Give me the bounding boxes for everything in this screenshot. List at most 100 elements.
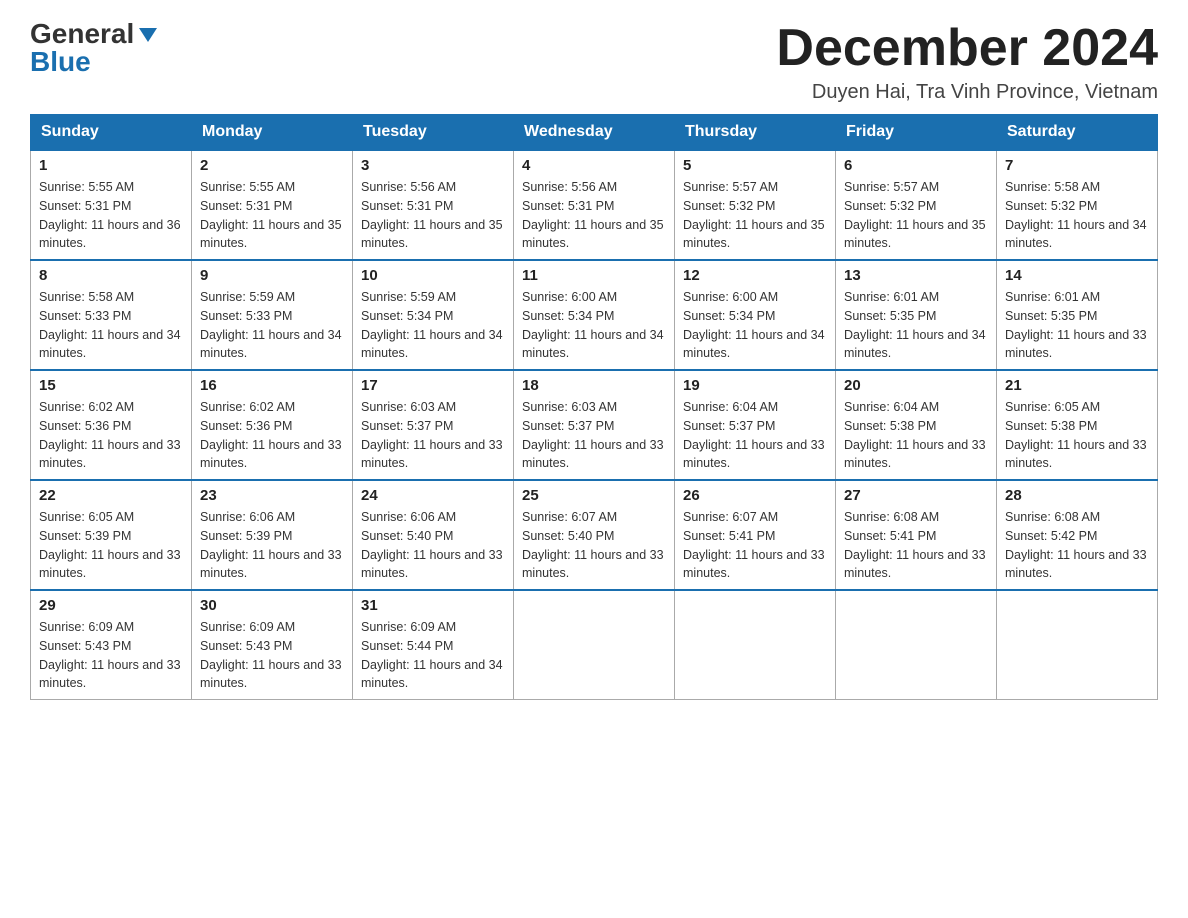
daylight-label: Daylight: 11 hours and 33 minutes. xyxy=(200,548,342,581)
sunset-label: Sunset: 5:33 PM xyxy=(200,309,292,323)
daylight-label: Daylight: 11 hours and 33 minutes. xyxy=(1005,438,1147,471)
day-info: Sunrise: 6:05 AM Sunset: 5:38 PM Dayligh… xyxy=(1005,398,1149,473)
calendar-day-cell: 7 Sunrise: 5:58 AM Sunset: 5:32 PM Dayli… xyxy=(997,150,1158,260)
calendar-day-cell xyxy=(675,590,836,700)
calendar-week-row: 29 Sunrise: 6:09 AM Sunset: 5:43 PM Dayl… xyxy=(31,590,1158,700)
sunset-label: Sunset: 5:32 PM xyxy=(683,199,775,213)
day-info: Sunrise: 6:05 AM Sunset: 5:39 PM Dayligh… xyxy=(39,508,183,583)
sunset-label: Sunset: 5:36 PM xyxy=(200,419,292,433)
day-number: 23 xyxy=(200,487,344,504)
calendar-day-cell xyxy=(836,590,997,700)
sunrise-label: Sunrise: 6:03 AM xyxy=(361,400,456,414)
day-info: Sunrise: 5:56 AM Sunset: 5:31 PM Dayligh… xyxy=(361,178,505,253)
sunset-label: Sunset: 5:31 PM xyxy=(200,199,292,213)
sunrise-label: Sunrise: 6:09 AM xyxy=(361,620,456,634)
daylight-label: Daylight: 11 hours and 33 minutes. xyxy=(844,438,986,471)
calendar-day-cell: 10 Sunrise: 5:59 AM Sunset: 5:34 PM Dayl… xyxy=(353,260,514,370)
day-number: 31 xyxy=(361,597,505,614)
day-number: 8 xyxy=(39,267,183,284)
day-info: Sunrise: 6:01 AM Sunset: 5:35 PM Dayligh… xyxy=(1005,288,1149,363)
sunrise-label: Sunrise: 6:08 AM xyxy=(1005,510,1100,524)
sunrise-label: Sunrise: 6:06 AM xyxy=(200,510,295,524)
sunrise-label: Sunrise: 6:01 AM xyxy=(1005,290,1100,304)
sunrise-label: Sunrise: 6:02 AM xyxy=(39,400,134,414)
day-info: Sunrise: 5:58 AM Sunset: 5:33 PM Dayligh… xyxy=(39,288,183,363)
sunrise-label: Sunrise: 5:57 AM xyxy=(844,180,939,194)
day-number: 27 xyxy=(844,487,988,504)
logo-triangle-icon xyxy=(137,24,159,46)
day-number: 14 xyxy=(1005,267,1149,284)
day-number: 22 xyxy=(39,487,183,504)
daylight-label: Daylight: 11 hours and 34 minutes. xyxy=(1005,218,1147,251)
sunset-label: Sunset: 5:37 PM xyxy=(361,419,453,433)
sunrise-label: Sunrise: 5:56 AM xyxy=(361,180,456,194)
day-info: Sunrise: 6:09 AM Sunset: 5:43 PM Dayligh… xyxy=(39,618,183,693)
day-info: Sunrise: 6:07 AM Sunset: 5:40 PM Dayligh… xyxy=(522,508,666,583)
daylight-label: Daylight: 11 hours and 34 minutes. xyxy=(683,328,825,361)
day-info: Sunrise: 6:04 AM Sunset: 5:38 PM Dayligh… xyxy=(844,398,988,473)
daylight-label: Daylight: 11 hours and 36 minutes. xyxy=(39,218,181,251)
sunrise-label: Sunrise: 5:59 AM xyxy=(361,290,456,304)
calendar-day-cell: 12 Sunrise: 6:00 AM Sunset: 5:34 PM Dayl… xyxy=(675,260,836,370)
daylight-label: Daylight: 11 hours and 33 minutes. xyxy=(200,658,342,691)
day-number: 20 xyxy=(844,377,988,394)
sunrise-label: Sunrise: 5:58 AM xyxy=(1005,180,1100,194)
calendar-day-cell: 18 Sunrise: 6:03 AM Sunset: 5:37 PM Dayl… xyxy=(514,370,675,480)
day-number: 15 xyxy=(39,377,183,394)
day-number: 10 xyxy=(361,267,505,284)
sunset-label: Sunset: 5:31 PM xyxy=(361,199,453,213)
calendar-day-cell: 8 Sunrise: 5:58 AM Sunset: 5:33 PM Dayli… xyxy=(31,260,192,370)
weekday-header-sunday: Sunday xyxy=(31,115,192,151)
calendar-week-row: 22 Sunrise: 6:05 AM Sunset: 5:39 PM Dayl… xyxy=(31,480,1158,590)
sunrise-label: Sunrise: 6:04 AM xyxy=(683,400,778,414)
sunrise-label: Sunrise: 5:59 AM xyxy=(200,290,295,304)
day-info: Sunrise: 5:55 AM Sunset: 5:31 PM Dayligh… xyxy=(39,178,183,253)
weekday-header-friday: Friday xyxy=(836,115,997,151)
day-info: Sunrise: 5:56 AM Sunset: 5:31 PM Dayligh… xyxy=(522,178,666,253)
sunset-label: Sunset: 5:31 PM xyxy=(39,199,131,213)
day-number: 17 xyxy=(361,377,505,394)
day-info: Sunrise: 5:59 AM Sunset: 5:34 PM Dayligh… xyxy=(361,288,505,363)
sunset-label: Sunset: 5:43 PM xyxy=(39,639,131,653)
sunrise-label: Sunrise: 5:56 AM xyxy=(522,180,617,194)
day-info: Sunrise: 6:00 AM Sunset: 5:34 PM Dayligh… xyxy=(522,288,666,363)
weekday-header-saturday: Saturday xyxy=(997,115,1158,151)
sunset-label: Sunset: 5:39 PM xyxy=(200,529,292,543)
calendar-week-row: 15 Sunrise: 6:02 AM Sunset: 5:36 PM Dayl… xyxy=(31,370,1158,480)
sunrise-label: Sunrise: 6:06 AM xyxy=(361,510,456,524)
daylight-label: Daylight: 11 hours and 35 minutes. xyxy=(200,218,342,251)
calendar-header-row: SundayMondayTuesdayWednesdayThursdayFrid… xyxy=(31,115,1158,151)
day-number: 30 xyxy=(200,597,344,614)
day-number: 4 xyxy=(522,157,666,174)
month-title: December 2024 xyxy=(776,20,1158,77)
weekday-header-monday: Monday xyxy=(192,115,353,151)
daylight-label: Daylight: 11 hours and 33 minutes. xyxy=(683,548,825,581)
sunset-label: Sunset: 5:34 PM xyxy=(522,309,614,323)
calendar-day-cell: 16 Sunrise: 6:02 AM Sunset: 5:36 PM Dayl… xyxy=(192,370,353,480)
sunrise-label: Sunrise: 6:02 AM xyxy=(200,400,295,414)
day-number: 13 xyxy=(844,267,988,284)
sunset-label: Sunset: 5:32 PM xyxy=(844,199,936,213)
page-header: General Blue December 2024 Duyen Hai, Tr… xyxy=(30,20,1158,104)
day-info: Sunrise: 6:09 AM Sunset: 5:44 PM Dayligh… xyxy=(361,618,505,693)
sunset-label: Sunset: 5:32 PM xyxy=(1005,199,1097,213)
title-section: December 2024 Duyen Hai, Tra Vinh Provin… xyxy=(776,20,1158,104)
day-info: Sunrise: 6:01 AM Sunset: 5:35 PM Dayligh… xyxy=(844,288,988,363)
day-info: Sunrise: 5:55 AM Sunset: 5:31 PM Dayligh… xyxy=(200,178,344,253)
weekday-header-thursday: Thursday xyxy=(675,115,836,151)
daylight-label: Daylight: 11 hours and 34 minutes. xyxy=(361,658,503,691)
sunset-label: Sunset: 5:34 PM xyxy=(361,309,453,323)
calendar-day-cell: 9 Sunrise: 5:59 AM Sunset: 5:33 PM Dayli… xyxy=(192,260,353,370)
calendar-day-cell: 22 Sunrise: 6:05 AM Sunset: 5:39 PM Dayl… xyxy=(31,480,192,590)
calendar-day-cell: 4 Sunrise: 5:56 AM Sunset: 5:31 PM Dayli… xyxy=(514,150,675,260)
day-number: 29 xyxy=(39,597,183,614)
day-info: Sunrise: 6:06 AM Sunset: 5:40 PM Dayligh… xyxy=(361,508,505,583)
daylight-label: Daylight: 11 hours and 33 minutes. xyxy=(200,438,342,471)
sunset-label: Sunset: 5:36 PM xyxy=(39,419,131,433)
day-number: 26 xyxy=(683,487,827,504)
calendar-day-cell: 25 Sunrise: 6:07 AM Sunset: 5:40 PM Dayl… xyxy=(514,480,675,590)
calendar-day-cell: 26 Sunrise: 6:07 AM Sunset: 5:41 PM Dayl… xyxy=(675,480,836,590)
sunset-label: Sunset: 5:37 PM xyxy=(522,419,614,433)
sunrise-label: Sunrise: 5:55 AM xyxy=(200,180,295,194)
sunset-label: Sunset: 5:35 PM xyxy=(844,309,936,323)
